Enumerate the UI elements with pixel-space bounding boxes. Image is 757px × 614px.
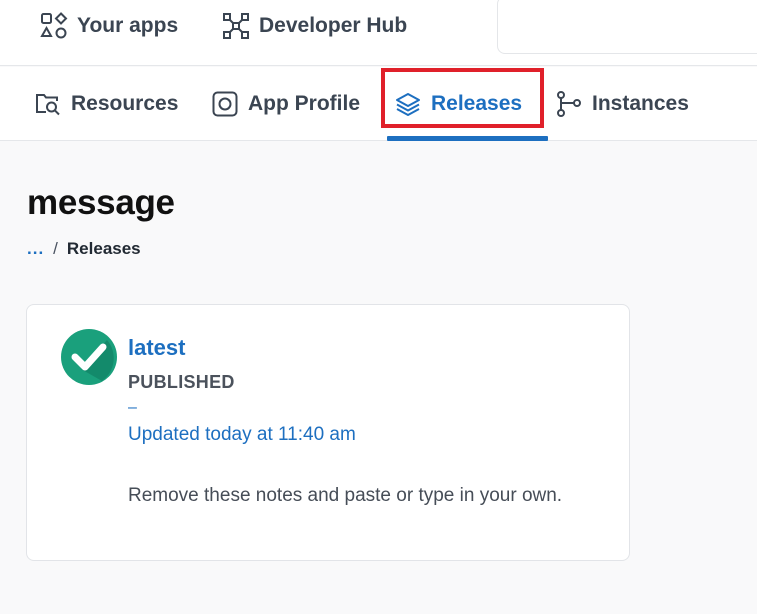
- check-circle-icon: [61, 329, 117, 385]
- apps-icon: [40, 12, 68, 39]
- layers-icon: [396, 93, 420, 116]
- active-tab-indicator: [387, 136, 548, 141]
- branch-icon: [557, 91, 581, 117]
- developer-hub-icon: [223, 13, 249, 39]
- breadcrumb-current: Releases: [66, 239, 141, 258]
- tab-instances[interactable]: Instances: [556, 87, 689, 121]
- release-status: PUBLISHED: [128, 372, 235, 392]
- app-tab-bar: Resources App Profile Releases Instances: [0, 67, 757, 141]
- tab-resources-label: Resources: [71, 92, 179, 115]
- tab-resources[interactable]: Resources: [35, 87, 178, 121]
- page-title: message: [27, 183, 175, 222]
- resources-search-icon: [36, 94, 60, 116]
- tab-app-profile[interactable]: App Profile: [212, 87, 360, 121]
- your-apps-link[interactable]: Your apps: [40, 10, 178, 42]
- release-card: latest PUBLISHED – Updated today at 11:4…: [26, 304, 630, 561]
- release-notes: Remove these notes and paste or type in …: [128, 485, 563, 506]
- release-dash: –: [128, 399, 137, 416]
- your-apps-label: Your apps: [77, 14, 179, 37]
- app-profile-icon: [212, 91, 238, 117]
- breadcrumb-separator: /: [53, 239, 58, 258]
- tab-app-profile-label: App Profile: [248, 92, 361, 115]
- top-bar: Your apps Developer Hub: [0, 0, 757, 66]
- tab-instances-label: Instances: [592, 92, 689, 115]
- release-updated-link[interactable]: Updated today at 11:40 am: [128, 424, 356, 446]
- tab-releases[interactable]: Releases: [395, 87, 522, 121]
- top-search-box[interactable]: [497, 0, 757, 54]
- release-name-link[interactable]: latest: [128, 335, 185, 361]
- breadcrumb: ... / Releases: [27, 239, 141, 259]
- developer-hub-link[interactable]: Developer Hub: [222, 10, 407, 42]
- breadcrumb-ellipsis-link[interactable]: ...: [27, 239, 44, 259]
- developer-hub-label: Developer Hub: [259, 14, 408, 37]
- tab-releases-label: Releases: [431, 92, 523, 115]
